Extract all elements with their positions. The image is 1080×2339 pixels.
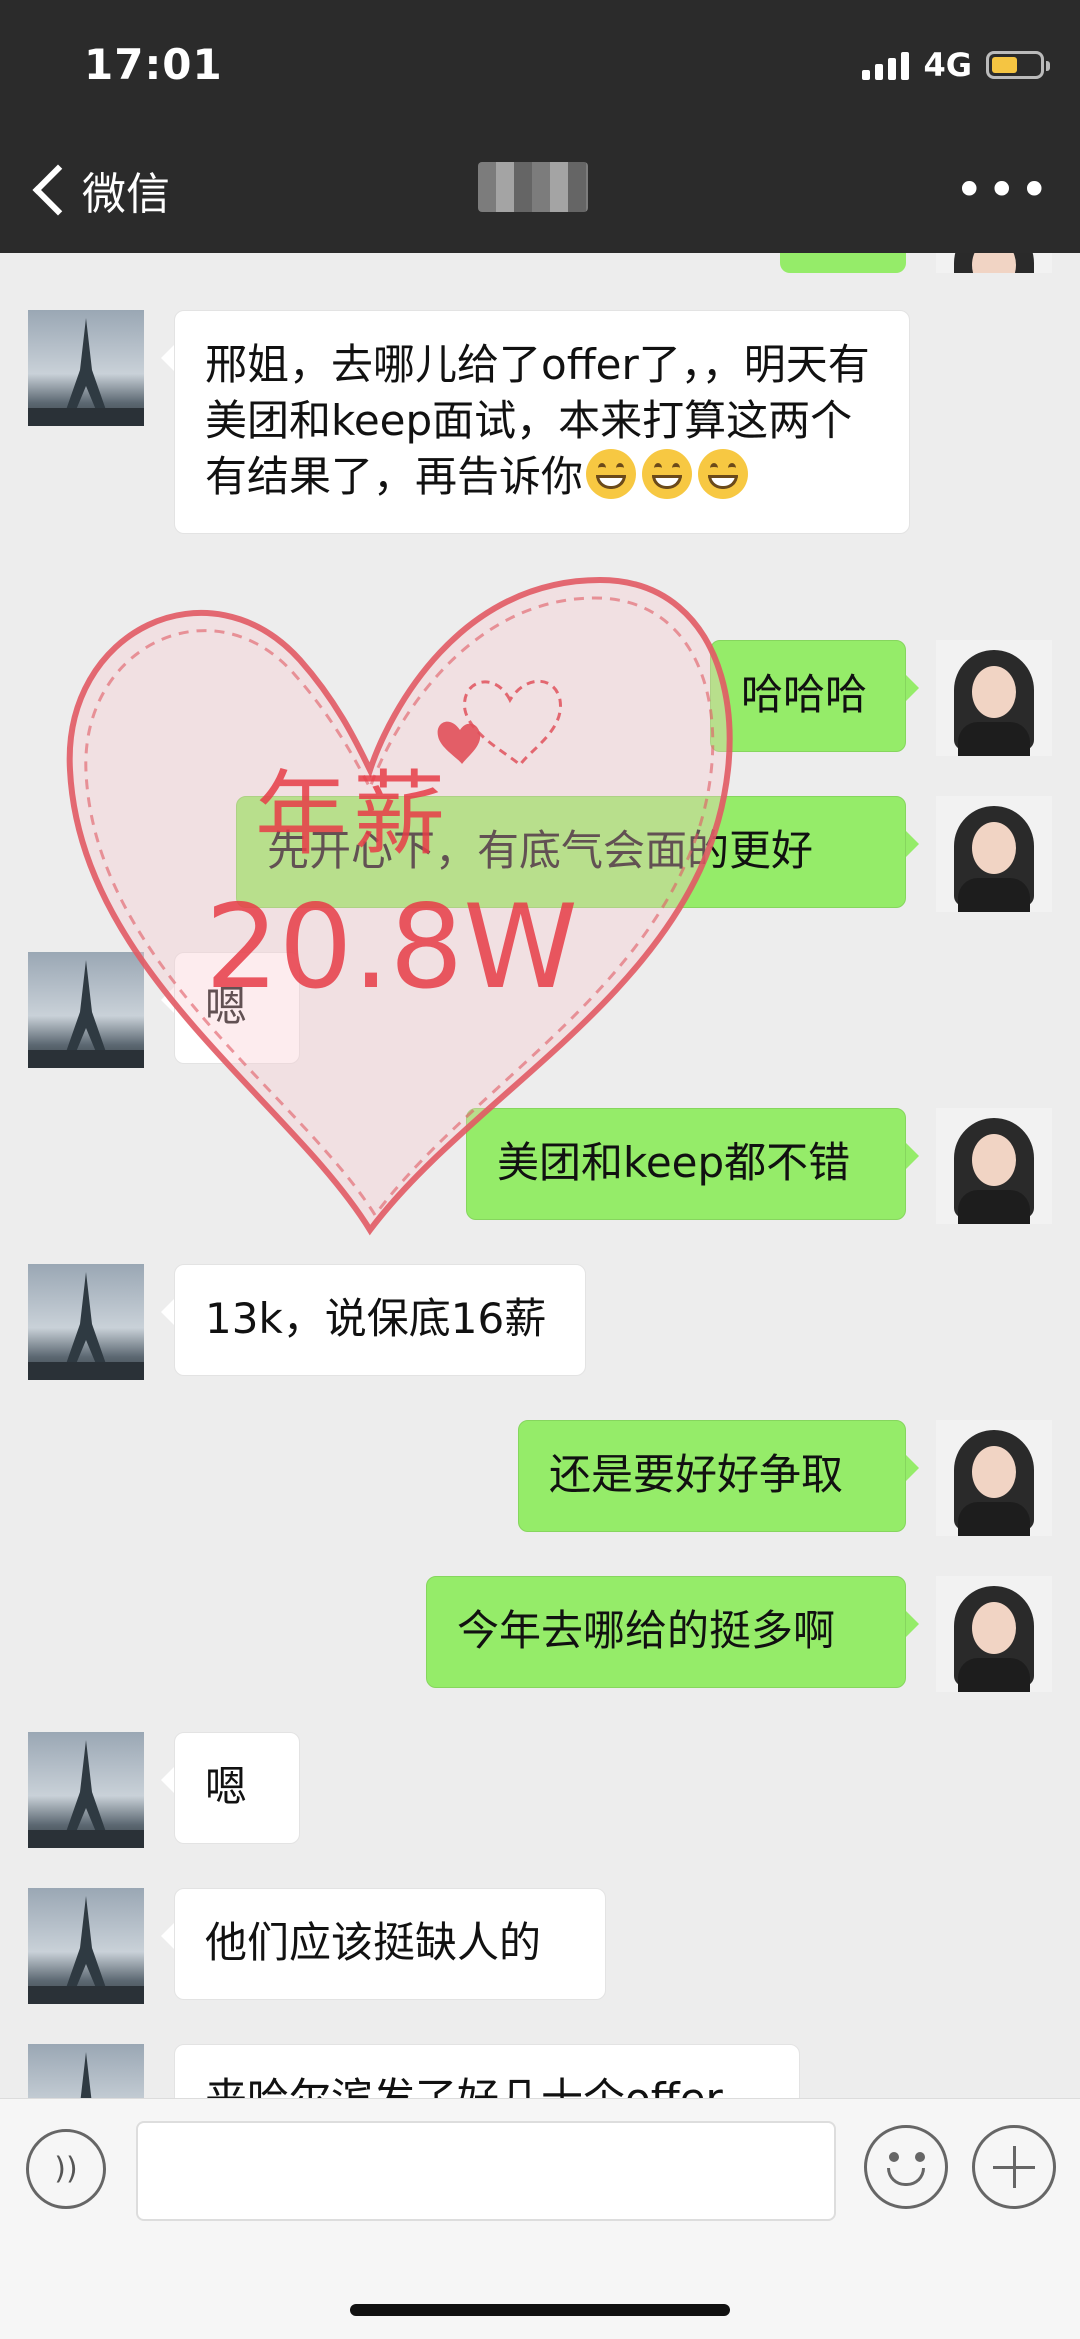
- message-text: 还是要好好争取: [549, 1450, 844, 1499]
- back-button[interactable]: 微信: [28, 158, 170, 222]
- avatar-contact[interactable]: [28, 952, 144, 1068]
- status-indicators: 4G: [862, 46, 1050, 84]
- grin-emoji-icon: [586, 449, 637, 499]
- message-text: 他们应该挺缺人的: [205, 1918, 542, 1967]
- grin-emoji-icon: [698, 449, 749, 499]
- message-bubble[interactable]: 还是要好好争取: [518, 1420, 919, 1532]
- signal-icon: [862, 50, 910, 80]
- avatar-self[interactable]: [936, 640, 1052, 756]
- message-text: 来哈尔滨发了好几十个offer: [205, 2074, 723, 2098]
- message-input[interactable]: [136, 2121, 836, 2221]
- message-bubble[interactable]: 哈哈哈: [710, 640, 919, 752]
- voice-icon[interactable]: )): [26, 2129, 106, 2209]
- message-text: 美团和keep都不错: [497, 1138, 851, 1187]
- message-text: 邢姐，去哪儿给了offer了，，明天有美团和keep面试，本来打算这两个有结果了…: [205, 340, 870, 501]
- network-type: 4G: [923, 46, 972, 84]
- chat-header: 17:01 4G 微信 •••: [0, 0, 1080, 253]
- message-bubble[interactable]: 美团和keep都不错: [466, 1108, 919, 1220]
- chevron-left-icon: [32, 164, 84, 216]
- message-bubble[interactable]: 来哈尔滨发了好几十个offer: [174, 2044, 800, 2098]
- message-bubble[interactable]: 今年去哪给的挺多啊: [426, 1576, 919, 1688]
- avatar-contact[interactable]: [28, 310, 144, 426]
- avatar-self: [936, 253, 1052, 273]
- watermark-line2: 20.8W: [205, 880, 578, 1015]
- avatar-contact[interactable]: [28, 1732, 144, 1848]
- chat-title-blurred: [478, 162, 588, 212]
- avatar-self[interactable]: [936, 1420, 1052, 1536]
- avatar-contact[interactable]: [28, 1888, 144, 2004]
- avatar-self[interactable]: [936, 1576, 1052, 1692]
- battery-icon: [986, 51, 1050, 79]
- message-bubble-partial: [780, 253, 906, 273]
- more-icon[interactable]: •••: [955, 165, 1052, 215]
- message-text: 今年去哪给的挺多啊: [457, 1606, 836, 1655]
- avatar-contact[interactable]: [28, 1264, 144, 1380]
- plus-icon[interactable]: [972, 2125, 1056, 2209]
- message-text: 嗯: [205, 1762, 248, 1811]
- back-label: 微信: [82, 169, 170, 220]
- message-bubble[interactable]: 13k，说保底16薪: [161, 1264, 586, 1376]
- emoji-icon[interactable]: [864, 2125, 948, 2209]
- avatar-self[interactable]: [936, 796, 1052, 912]
- grin-emoji-icon: [642, 449, 693, 499]
- avatar-contact[interactable]: [28, 2044, 144, 2098]
- home-indicator: [350, 2304, 730, 2316]
- status-time: 17:01: [84, 40, 223, 89]
- message-bubble[interactable]: 邢姐，去哪儿给了offer了，，明天有美团和keep面试，本来打算这两个有结果了…: [161, 310, 910, 534]
- message-text: 13k，说保底16薪: [205, 1294, 547, 1343]
- message-bubble[interactable]: 嗯: [161, 1732, 300, 1844]
- input-bar: )): [0, 2098, 1080, 2339]
- message-text: 哈哈哈: [741, 670, 868, 719]
- watermark-line1: 年薪: [255, 761, 452, 868]
- message-bubble[interactable]: 他们应该挺缺人的: [161, 1888, 606, 2000]
- avatar-self[interactable]: [936, 1108, 1052, 1224]
- message-list[interactable]: 邢姐，去哪儿给了offer了，，明天有美团和keep面试，本来打算这两个有结果了…: [0, 253, 1080, 2098]
